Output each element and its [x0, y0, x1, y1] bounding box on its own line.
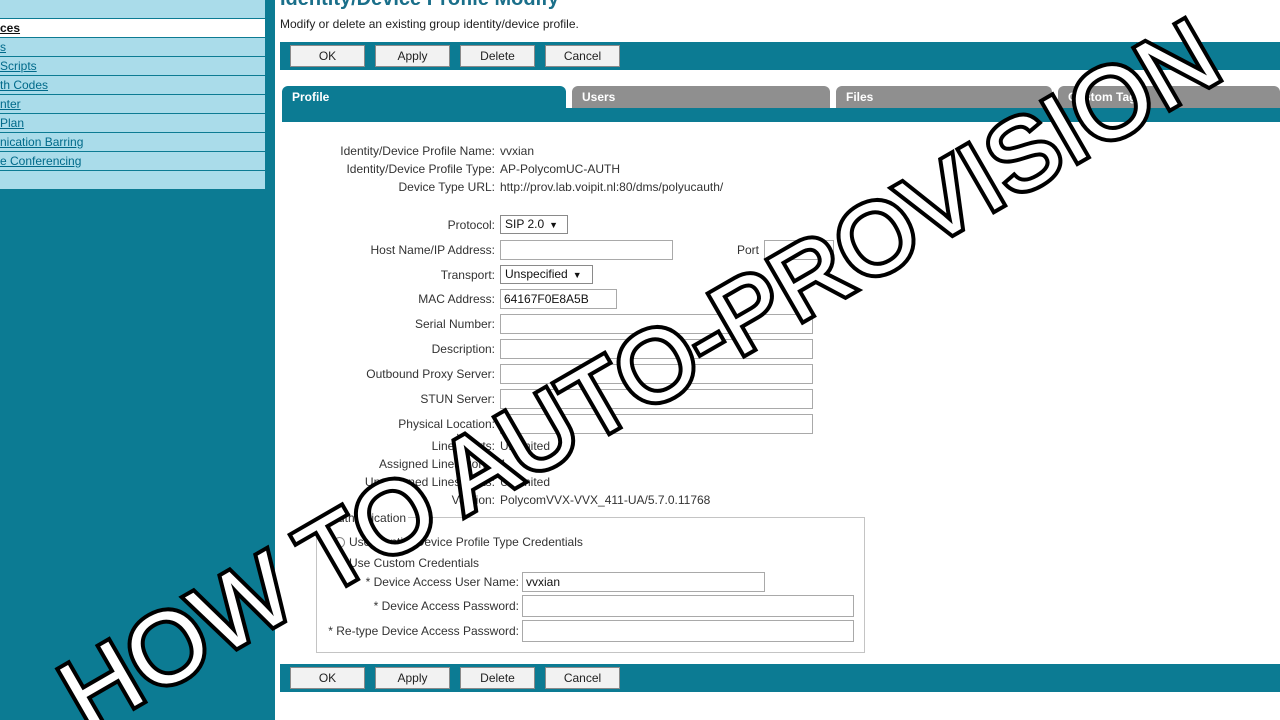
transport-label: Transport:	[440, 268, 495, 282]
host-input[interactable]	[500, 240, 673, 260]
cancel-button[interactable]: Cancel	[545, 45, 620, 67]
custom-credentials-label: Use Custom Credentials	[349, 556, 480, 570]
mac-label: MAC Address:	[418, 292, 495, 306]
bottom-button-bar: OK Apply Delete Cancel	[280, 664, 1280, 692]
sidebar-item-s[interactable]: s	[0, 38, 265, 57]
serial-label: Serial Number:	[414, 317, 495, 331]
port-label: Port	[737, 243, 760, 257]
transport-select-value: Unspecified	[505, 267, 568, 281]
sidebar-item-scripts[interactable]: Scripts	[0, 57, 265, 76]
serial-input[interactable]	[500, 314, 813, 334]
page-title: Identity/Device Profile Modify	[280, 0, 559, 11]
unassigned-value: Unlimited	[500, 475, 551, 489]
top-button-bar: OK Apply Delete Cancel	[280, 42, 1280, 70]
profile-name-label: Identity/Device Profile Name:	[340, 144, 495, 158]
authentication-legend: Authentication	[328, 511, 409, 525]
delete-button[interactable]: Delete	[460, 667, 535, 689]
profile-type-label: Identity/Device Profile Type:	[346, 162, 495, 176]
apply-button[interactable]: Apply	[375, 45, 450, 67]
type-credentials-label: Use Identity/Device Profile Type Credent…	[349, 535, 583, 549]
radio-type-credentials[interactable]	[334, 537, 345, 548]
stun-input[interactable]	[500, 389, 813, 409]
protocol-select-value: SIP 2.0	[505, 217, 545, 231]
device-url-value: http://prov.lab.voipit.nl:80/dms/polyuca…	[500, 180, 724, 194]
sidebar-item-center[interactable]: nter	[0, 95, 265, 114]
page-subtitle: Modify or delete an existing group ident…	[280, 17, 579, 31]
tab-strip	[282, 108, 1280, 122]
description-input[interactable]	[500, 339, 813, 359]
unassigned-label: Unassigned Lines/Ports:	[364, 475, 495, 489]
tab-profile[interactable]: Profile	[282, 86, 566, 109]
sidebar-item-communication-barring[interactable]: nication Barring	[0, 133, 265, 152]
profile-type-value: AP-PolycomUC-AUTH	[500, 162, 621, 176]
protocol-select[interactable]: SIP 2.0 ▼	[500, 215, 568, 234]
password-label: * Device Access Password:	[373, 599, 519, 613]
ok-button[interactable]: OK	[290, 45, 365, 67]
version-value: PolycomVVX-VVX_411-UA/5.7.0.11768	[500, 493, 711, 507]
sidebar-item-plan[interactable]: Plan	[0, 114, 265, 133]
password-input[interactable]	[522, 595, 854, 617]
radio-custom-credentials[interactable]	[334, 556, 345, 567]
delete-button[interactable]: Delete	[460, 45, 535, 67]
proxy-input[interactable]	[500, 364, 813, 384]
stun-label: STUN Server:	[420, 392, 495, 406]
cancel-button[interactable]: Cancel	[545, 667, 620, 689]
lines-label: Lines/Ports:	[431, 439, 495, 453]
mac-input[interactable]	[500, 289, 617, 309]
sidebar-item-bottom[interactable]	[0, 171, 265, 190]
sidebar-item-top[interactable]	[0, 0, 265, 19]
apply-button[interactable]: Apply	[375, 667, 450, 689]
tab-files[interactable]: Files	[836, 86, 1052, 109]
assigned-value: 1	[500, 457, 507, 471]
protocol-label: Protocol:	[447, 218, 495, 232]
sidebar-item-auth-codes[interactable]: th Codes	[0, 76, 265, 95]
transport-select[interactable]: Unspecified ▼	[500, 265, 593, 284]
sidebar-menu: ces s Scripts th Codes nter Plan nicatio…	[0, 0, 265, 190]
assigned-label: Assigned Lines/Ports:	[378, 457, 495, 471]
tab-custom-tags[interactable]: Custom Tags	[1058, 86, 1280, 109]
ok-button[interactable]: OK	[290, 667, 365, 689]
device-url-label: Device Type URL:	[398, 180, 496, 194]
retype-password-input[interactable]	[522, 620, 854, 642]
host-label: Host Name/IP Address:	[370, 243, 496, 257]
proxy-label: Outbound Proxy Server:	[366, 367, 495, 381]
sidebar-item-devices[interactable]: ces	[0, 19, 265, 38]
retype-password-label: * Re-type Device Access Password:	[328, 624, 519, 638]
lines-value: Unlimited	[500, 439, 551, 453]
profile-name-value: vvxian	[500, 144, 535, 158]
sidebar-item-conferencing[interactable]: e Conferencing	[0, 152, 265, 171]
location-label: Physical Location:	[398, 417, 495, 431]
sidebar: ces s Scripts th Codes nter Plan nicatio…	[0, 0, 275, 720]
user-name-label: * Device Access User Name:	[365, 575, 519, 589]
chevron-down-icon: ▼	[572, 270, 582, 280]
user-name-input[interactable]	[522, 572, 765, 592]
port-input[interactable]	[764, 240, 834, 260]
version-label: Version:	[451, 493, 495, 507]
description-label: Description:	[431, 342, 495, 356]
location-input[interactable]	[500, 414, 813, 434]
chevron-down-icon: ▼	[549, 220, 559, 230]
tab-users[interactable]: Users	[572, 86, 830, 109]
